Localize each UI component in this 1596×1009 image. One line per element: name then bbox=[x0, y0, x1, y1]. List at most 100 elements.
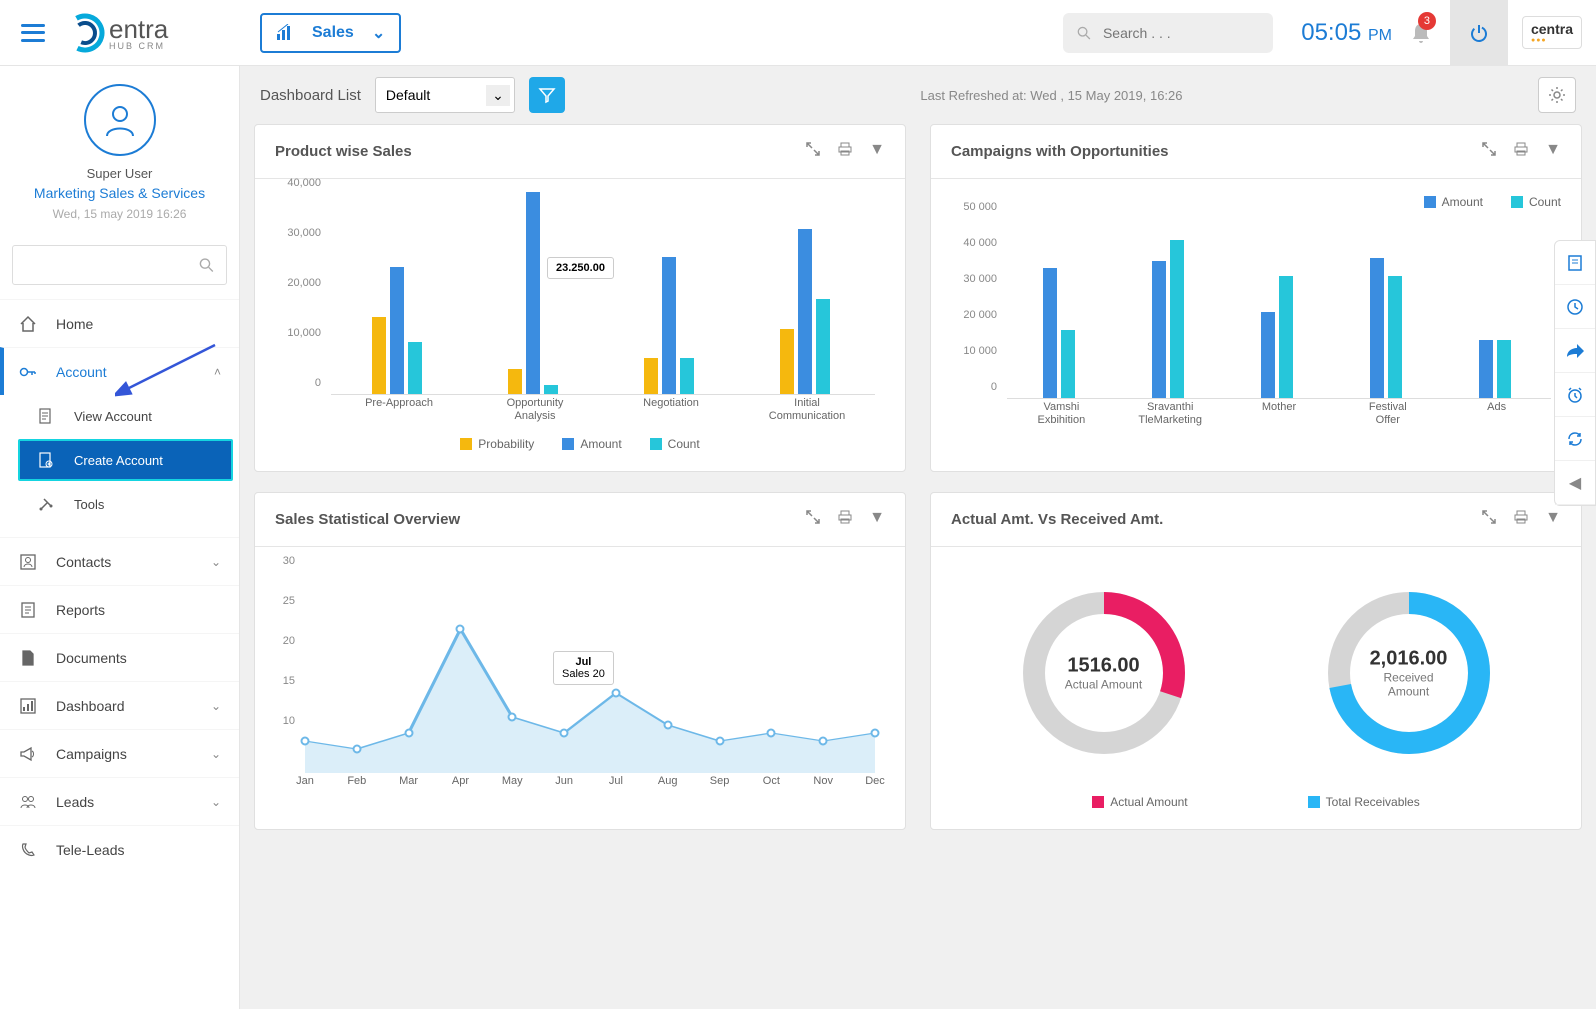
legend-probability: Probability bbox=[460, 437, 534, 451]
print-icon[interactable] bbox=[1513, 509, 1529, 530]
dropdown-icon[interactable]: ▼ bbox=[1545, 509, 1561, 530]
phone-icon bbox=[18, 840, 38, 860]
sidebar-search-input[interactable] bbox=[25, 258, 199, 273]
dropdown-icon[interactable]: ▼ bbox=[869, 141, 885, 162]
search-input[interactable] bbox=[1103, 25, 1259, 41]
chevron-down-icon: ⌄ bbox=[211, 699, 221, 713]
expand-icon[interactable] bbox=[1481, 509, 1497, 530]
last-refreshed: Last Refreshed at: Wed , 15 May 2019, 16… bbox=[920, 88, 1182, 103]
collapse-panel-icon[interactable]: ◀ bbox=[1555, 461, 1595, 505]
nav-contacts[interactable]: Contacts ⌄ bbox=[0, 537, 239, 585]
avatar[interactable] bbox=[84, 84, 156, 156]
legend-count: Count bbox=[650, 437, 700, 451]
key-icon bbox=[18, 362, 38, 382]
nav-home[interactable]: Home bbox=[0, 299, 239, 347]
leads-icon bbox=[18, 792, 38, 812]
dashboard-icon bbox=[18, 696, 38, 716]
sales-overview-chart: 1015202530 JanFebMarAprMayJunJulAugSepOc… bbox=[275, 563, 885, 803]
nav-documents[interactable]: Documents bbox=[0, 633, 239, 681]
global-search[interactable] bbox=[1063, 13, 1273, 53]
widget-campaigns: Campaigns with Opportunities ▼ Amount Co… bbox=[930, 124, 1582, 472]
document-icon bbox=[36, 406, 56, 426]
campaigns-chart: 010 00020 00030 00040 00050 000 VamshiEx… bbox=[951, 219, 1561, 429]
legend-receivables: Total Receivables bbox=[1308, 795, 1420, 809]
chevron-up-icon: ˄ bbox=[214, 365, 221, 379]
widget-product-sales: Product wise Sales ▼ 010,00020,00030,000… bbox=[254, 124, 906, 472]
widget-title: Product wise Sales bbox=[275, 143, 412, 160]
nav-leads[interactable]: Leads ⌄ bbox=[0, 777, 239, 825]
nav-dashboard[interactable]: Dashboard ⌄ bbox=[0, 681, 239, 729]
quick-alarm-icon[interactable] bbox=[1555, 373, 1595, 417]
user-icon bbox=[102, 102, 138, 138]
module-selector[interactable]: Sales ⌄ bbox=[260, 13, 401, 53]
report-icon bbox=[18, 600, 38, 620]
user-dept: Marketing Sales & Services bbox=[10, 185, 229, 201]
quick-sync-icon[interactable] bbox=[1555, 417, 1595, 461]
widget-sales-overview: Sales Statistical Overview ▼ 1015202530 … bbox=[254, 492, 906, 830]
nav-create-account[interactable]: Create Account bbox=[18, 439, 233, 481]
widget-actual-received: Actual Amt. Vs Received Amt. ▼ 1516.00Ac… bbox=[930, 492, 1582, 830]
nav-teleleads[interactable]: Tele-Leads bbox=[0, 825, 239, 873]
expand-icon[interactable] bbox=[1481, 141, 1497, 162]
chart-icon bbox=[276, 24, 294, 42]
power-icon bbox=[1468, 22, 1490, 44]
notifications-button[interactable]: 3 bbox=[1392, 0, 1450, 66]
top-header: entra HUB CRM Sales ⌄ 05:05 PM 3 centra●… bbox=[0, 0, 1596, 66]
search-icon bbox=[199, 257, 214, 273]
user-date: Wed, 15 may 2019 16:26 bbox=[10, 207, 229, 221]
chart-tooltip: 23.250.00 bbox=[547, 257, 614, 279]
dashboard-select[interactable]: Default ⌄ bbox=[375, 77, 515, 113]
donut-chart: 1516.00Actual Amount bbox=[1014, 583, 1194, 763]
sidebar: Super User Marketing Sales & Services We… bbox=[0, 66, 240, 1009]
nav-view-account[interactable]: View Account bbox=[18, 395, 239, 437]
home-icon bbox=[18, 314, 38, 334]
document-icon bbox=[18, 648, 38, 668]
legend-count: Count bbox=[1511, 195, 1561, 209]
legend-amount: Amount bbox=[1424, 195, 1483, 209]
nav-campaigns[interactable]: Campaigns ⌄ bbox=[0, 729, 239, 777]
dashboard-bar: Dashboard List Default ⌄ Last Refreshed … bbox=[254, 66, 1582, 124]
nav-reports[interactable]: Reports bbox=[0, 585, 239, 633]
quick-share-icon[interactable] bbox=[1555, 329, 1595, 373]
dashboard-list-label: Dashboard List bbox=[260, 87, 361, 104]
sidebar-search[interactable] bbox=[12, 245, 227, 285]
notif-badge: 3 bbox=[1418, 12, 1436, 30]
quick-notes-icon[interactable] bbox=[1555, 241, 1595, 285]
settings-button[interactable] bbox=[1538, 77, 1576, 113]
widget-title: Actual Amt. Vs Received Amt. bbox=[951, 511, 1163, 528]
expand-icon[interactable] bbox=[805, 509, 821, 530]
quick-history-icon[interactable] bbox=[1555, 285, 1595, 329]
chevron-down-icon: ⌄ bbox=[211, 555, 221, 569]
menu-toggle[interactable] bbox=[0, 24, 65, 42]
tools-icon bbox=[36, 494, 56, 514]
power-button[interactable] bbox=[1450, 0, 1508, 66]
logo-icon bbox=[65, 13, 105, 53]
nav-account[interactable]: Account ˄ bbox=[0, 347, 239, 395]
filter-icon bbox=[538, 86, 556, 104]
print-icon[interactable] bbox=[1513, 141, 1529, 162]
legend-amount: Amount bbox=[562, 437, 621, 451]
user-name: Super User bbox=[10, 166, 229, 181]
main-content: Dashboard List Default ⌄ Last Refreshed … bbox=[240, 66, 1596, 1009]
print-icon[interactable] bbox=[837, 141, 853, 162]
legend-actual: Actual Amount bbox=[1092, 795, 1187, 809]
dropdown-icon[interactable]: ▼ bbox=[869, 509, 885, 530]
chevron-down-icon: ⌄ bbox=[486, 85, 510, 106]
search-icon bbox=[1077, 25, 1091, 41]
gear-icon bbox=[1548, 86, 1566, 104]
dropdown-icon[interactable]: ▼ bbox=[1545, 141, 1561, 162]
widget-title: Campaigns with Opportunities bbox=[951, 143, 1169, 160]
nav-tools[interactable]: Tools bbox=[18, 483, 239, 525]
contact-icon bbox=[18, 552, 38, 572]
brand-badge[interactable]: centra●●● bbox=[1522, 16, 1582, 49]
chevron-down-icon: ⌄ bbox=[211, 747, 221, 761]
expand-icon[interactable] bbox=[805, 141, 821, 162]
hamburger-icon bbox=[21, 24, 45, 42]
chart-tooltip: Jul Sales 20 bbox=[553, 651, 614, 685]
document-add-icon bbox=[36, 450, 56, 470]
chevron-down-icon: ⌄ bbox=[211, 795, 221, 809]
chevron-down-icon: ⌄ bbox=[372, 23, 385, 43]
print-icon[interactable] bbox=[837, 509, 853, 530]
filter-button[interactable] bbox=[529, 77, 565, 113]
logo[interactable]: entra HUB CRM bbox=[65, 13, 240, 53]
